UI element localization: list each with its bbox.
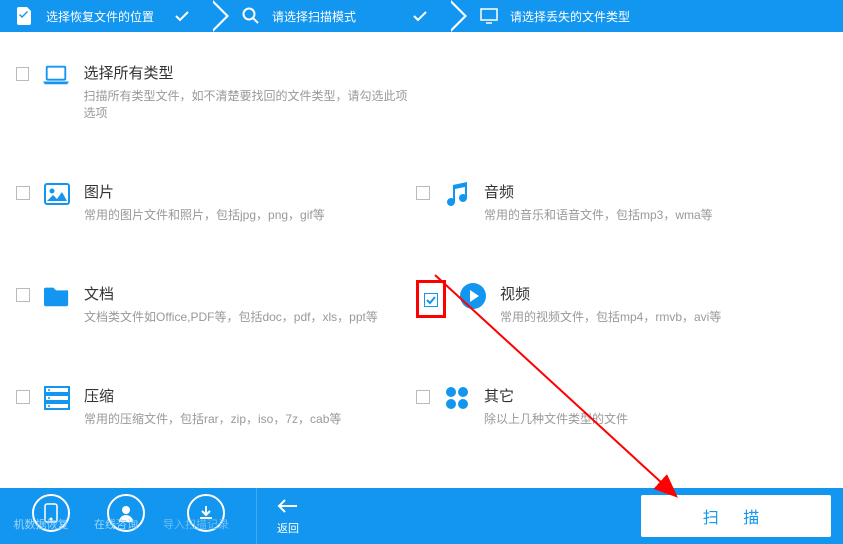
- bottom-toolbar: 机数据恢复 在线咨询 导入扫描记录 返回 扫 描: [0, 488, 843, 544]
- back-arrow-icon: [277, 497, 299, 518]
- option-desc: 常用的音乐和语音文件，包括mp3，wma等: [484, 206, 713, 223]
- step-label: 请选择丢失的文件类型: [510, 8, 630, 25]
- laptop-icon: [43, 62, 69, 88]
- divider: [256, 488, 257, 544]
- archive-icon: [44, 385, 70, 411]
- option-title: 其它: [484, 385, 628, 406]
- option-all-types[interactable]: 选择所有类型 扫描所有类型文件，如不清楚要找回的文件类型，请勾选此项选项: [16, 62, 416, 121]
- checkbox-other[interactable]: [416, 390, 430, 404]
- scan-button[interactable]: 扫 描: [641, 495, 831, 537]
- option-title: 视频: [500, 283, 721, 304]
- back-button[interactable]: 返回: [277, 497, 299, 536]
- option-desc: 常用的视频文件，包括mp4，rmvb，avi等: [500, 308, 721, 325]
- highlight-box: [416, 280, 446, 318]
- option-audio[interactable]: 音频 常用的音乐和语音文件，包括mp3，wma等: [416, 181, 713, 223]
- progress-steps: 选择恢复文件的位置 请选择扫描模式 请选择丢失的文件类型: [0, 0, 843, 32]
- option-title: 文档: [84, 283, 378, 304]
- file-icon: [16, 7, 34, 25]
- step-scan-mode: 请选择扫描模式: [210, 0, 448, 32]
- file-type-options: 选择所有类型 扫描所有类型文件，如不清楚要找回的文件类型，请勾选此项选项 图片 …: [0, 32, 843, 427]
- btn-import-scan[interactable]: 导入扫描记录: [156, 500, 236, 532]
- step-label: 请选择扫描模式: [272, 8, 356, 25]
- option-title: 图片: [84, 181, 325, 202]
- btn-online-consult[interactable]: 在线咨询: [76, 500, 156, 532]
- image-icon: [44, 181, 70, 207]
- step-file-type: 请选择丢失的文件类型: [448, 0, 843, 32]
- checkbox-video[interactable]: [424, 293, 438, 307]
- option-archive[interactable]: 压缩 常用的压缩文件，包括rar，zip，iso，7z，cab等: [16, 385, 416, 427]
- grid-icon: [444, 385, 470, 411]
- option-desc: 常用的图片文件和照片，包括jpg，png，gif等: [84, 206, 325, 223]
- btn-data-recovery[interactable]: 机数据恢复: [6, 500, 76, 532]
- option-document[interactable]: 文档 文档类文件如Office,PDF等，包括doc，pdf，xls，ppt等: [16, 283, 416, 325]
- check-icon: [412, 8, 428, 24]
- search-icon: [242, 7, 260, 25]
- option-other[interactable]: 其它 除以上几种文件类型的文件: [416, 385, 628, 427]
- option-title: 音频: [484, 181, 713, 202]
- option-desc: 常用的压缩文件，包括rar，zip，iso，7z，cab等: [84, 410, 341, 427]
- option-video[interactable]: 视频 常用的视频文件，包括mp4，rmvb，avi等: [416, 283, 721, 325]
- option-desc: 文档类文件如Office,PDF等，包括doc，pdf，xls，ppt等: [84, 308, 378, 325]
- check-icon: [174, 8, 190, 24]
- option-desc: 除以上几种文件类型的文件: [484, 410, 628, 427]
- step-label: 选择恢复文件的位置: [46, 8, 154, 25]
- checkbox-image[interactable]: [16, 186, 30, 200]
- folder-icon: [44, 283, 70, 309]
- option-image[interactable]: 图片 常用的图片文件和照片，包括jpg，png，gif等: [16, 181, 416, 223]
- option-desc: 扫描所有类型文件，如不清楚要找回的文件类型，请勾选此项选项: [83, 87, 416, 121]
- monitor-icon: [480, 7, 498, 25]
- option-title: 选择所有类型: [83, 62, 416, 83]
- option-title: 压缩: [84, 385, 341, 406]
- checkbox-all[interactable]: [16, 67, 29, 81]
- checkbox-archive[interactable]: [16, 390, 30, 404]
- checkbox-audio[interactable]: [416, 186, 430, 200]
- play-icon: [460, 283, 486, 309]
- music-icon: [444, 181, 470, 207]
- step-location: 选择恢复文件的位置: [0, 0, 210, 32]
- checkbox-document[interactable]: [16, 288, 30, 302]
